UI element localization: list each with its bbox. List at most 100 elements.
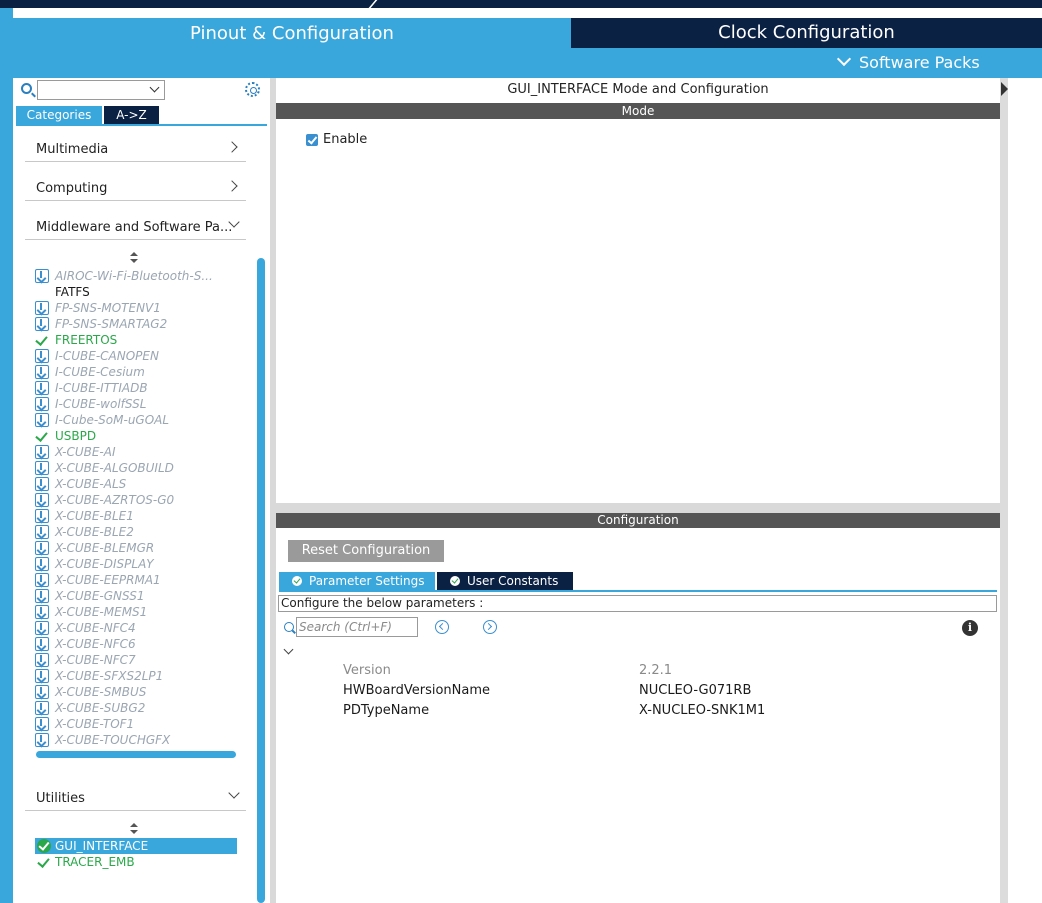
list-item[interactable]: I-CUBE-wolfSSL [35,396,255,412]
download-icon [35,573,49,587]
list-item-label: X-CUBE-DISPLAY [55,557,154,571]
list-item[interactable]: X-CUBE-AI [35,444,255,460]
list-item[interactable]: X-CUBE-BLEMGR [35,540,255,556]
list-item[interactable]: I-Cube-SoM-uGOAL [35,412,255,428]
download-icon [35,317,49,331]
list-item[interactable]: X-CUBE-BLE1 [35,508,255,524]
tab-a-z[interactable]: A->Z [104,106,159,124]
category-computing[interactable]: Computing [25,175,246,201]
enable-label[interactable]: Enable [323,132,367,147]
list-item-label: X-CUBE-GNSS1 [55,589,145,603]
download-icon [35,461,49,475]
title-notch [0,0,380,8]
list-item-label: X-CUBE-SUBG2 [55,701,146,715]
list-item[interactable]: FP-SNS-SMARTAG2 [35,316,255,332]
chevron-down-icon[interactable] [283,644,294,655]
expand-right-icon[interactable] [1001,82,1008,96]
table-row[interactable]: HWBoardVersionName NUCLEO-G071RB [276,683,1000,703]
list-item[interactable]: X-CUBE-TOF1 [35,716,255,732]
table-row[interactable]: Version 2.2.1 [276,663,1000,683]
list-item[interactable]: X-CUBE-SFXS2LP1 [35,668,255,684]
list-item[interactable]: FP-SNS-MOTENV1 [35,300,255,316]
list-item[interactable]: X-CUBE-BLE2 [35,524,255,540]
sort-icon[interactable] [130,823,138,835]
middleware-list: AIROC-Wi-Fi-Bluetooth-S... FATFS FP-SNS-MO… [35,268,255,748]
list-item-label: X-CUBE-BLE1 [55,509,134,523]
download-icon [35,413,49,427]
list-item[interactable]: X-CUBE-MEMS1 [35,604,255,620]
configure-parameters-label: Configure the below parameters : [278,595,997,612]
list-item-label: X-CUBE-MEMS1 [55,605,148,619]
list-item-label: X-CUBE-NFC6 [55,637,136,651]
download-icon [35,733,49,747]
tab-categories[interactable]: Categories [16,106,102,124]
list-item[interactable]: X-CUBE-GNSS1 [35,588,255,604]
tab-pinout-configuration[interactable]: Pinout & Configuration [13,18,571,78]
list-item[interactable]: FATFS [35,284,255,300]
info-icon[interactable]: i [962,620,978,636]
list-item[interactable]: X-CUBE-NFC4 [35,620,255,636]
list-item[interactable]: X-CUBE-ALS [35,476,255,492]
list-item[interactable]: X-CUBE-DISPLAY [35,556,255,572]
list-item[interactable]: I-CUBE-CANOPEN [35,348,255,364]
parameter-name: Version [343,663,391,678]
download-icon [35,621,49,635]
list-item[interactable]: X-CUBE-ALGOBUILD [35,460,255,476]
reset-configuration-button[interactable]: Reset Configuration [288,540,444,562]
list-item-label: X-CUBE-ALGOBUILD [55,461,174,475]
table-row[interactable]: PDTypeName X-NUCLEO-SNK1M1 [276,703,1000,723]
category-label: Middleware and Software Pa... [36,220,233,235]
list-item[interactable]: GUI_INTERFACE [35,838,237,854]
list-item-label: I-Cube-SoM-uGOAL [55,413,170,427]
gear-icon[interactable] [245,82,260,97]
right-scrollbar[interactable] [1000,78,1008,903]
download-icon [35,685,49,699]
download-icon [35,525,49,539]
tab-clock-configuration[interactable]: Clock Configuration [571,18,1042,48]
list-item[interactable]: X-CUBE-SMBUS [35,684,255,700]
category-utilities[interactable]: Utilities [25,785,246,811]
download-icon [35,509,49,523]
list-item-label: I-CUBE-Cesium [55,365,145,379]
next-match-icon[interactable] [483,620,497,634]
list-item-label: TRACER_EMB [55,855,135,869]
mode-section-header: Mode [276,103,1000,119]
list-item[interactable]: USBPD [35,428,255,444]
download-icon [35,637,49,651]
list-item-label: X-CUBE-AI [55,445,116,459]
category-multimedia[interactable]: Multimedia [25,136,246,162]
parameter-search-input[interactable] [296,617,418,637]
tab-user-constants[interactable]: User Constants [437,572,573,590]
tab-pinout-label: Pinout & Configuration [190,23,394,44]
tab-parameter-settings[interactable]: Parameter Settings [279,572,435,590]
previous-match-icon[interactable] [435,620,449,634]
category-label: Computing [36,181,108,196]
download-icon [35,301,49,315]
list-item[interactable]: X-CUBE-TOUCHGFX [35,732,255,748]
list-item[interactable]: X-CUBE-SUBG2 [35,700,255,716]
download-icon [35,477,49,491]
search-icon[interactable] [21,83,32,94]
list-item[interactable]: X-CUBE-EEPRMA1 [35,572,255,588]
list-item[interactable]: FREERTOS [35,332,255,348]
sort-icon[interactable] [130,252,138,264]
enable-checkbox[interactable] [306,134,318,146]
list-item[interactable]: AIROC-Wi-Fi-Bluetooth-S... [35,268,255,284]
vertical-scrollbar[interactable] [257,258,265,903]
list-item[interactable]: TRACER_EMB [35,854,237,870]
list-item[interactable]: X-CUBE-AZRTOS-G0 [35,492,255,508]
list-item[interactable]: X-CUBE-NFC6 [35,636,255,652]
category-search-select[interactable] [37,80,165,100]
section-splitter[interactable] [276,503,1000,513]
list-item-label: FP-SNS-SMARTAG2 [55,317,168,331]
tab-label: User Constants [467,574,559,588]
list-item[interactable]: I-CUBE-ITTIADB [35,380,255,396]
category-middleware[interactable]: Middleware and Software Pa... [25,214,246,240]
list-item-label: X-CUBE-NFC4 [55,621,136,635]
download-icon [35,701,49,715]
software-packs-menu[interactable]: Software Packs [571,48,1042,78]
list-item[interactable]: X-CUBE-NFC7 [35,652,255,668]
configuration-section: Reset Configuration Parameter Settings U… [276,528,1000,903]
list-item[interactable]: I-CUBE-Cesium [35,364,255,380]
horizontal-scrollbar[interactable] [36,751,236,758]
